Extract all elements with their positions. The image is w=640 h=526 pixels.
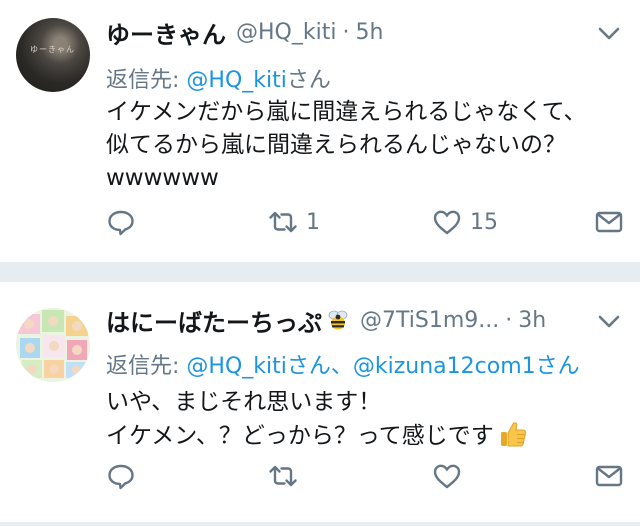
tweet-text-line-with-emoji: イケメン、？どっから？って感じです — [106, 419, 528, 453]
retweet-button[interactable]: 1 — [268, 204, 320, 240]
direct-message-icon — [595, 211, 623, 233]
like-icon — [433, 464, 461, 489]
tweet-header: ゆーきゃん @HQ_kiti · 5h — [106, 15, 383, 50]
display-name[interactable]: ゆーきゃん — [106, 15, 226, 50]
honorific-joiner: さん、 — [286, 354, 353, 379]
timestamp[interactable]: 5h — [355, 20, 383, 45]
tweet-text: いや、まじそれ思います！ イケメン、？どっから？って感じです — [106, 386, 528, 453]
tweet-text-line: イケメンだから嵐に間違えられるじゃなくて、 — [106, 99, 587, 125]
chevron-down-icon[interactable] — [596, 20, 622, 46]
retweet-count: 1 — [306, 209, 320, 235]
reply-context: 返信先: @HQ_kitiさん、@kizuna12com1さん — [106, 348, 580, 380]
user-handle[interactable]: @7TiS1m9... — [360, 308, 499, 333]
tweet-text-line: 似てるから嵐に間違えられるんじゃないの？ — [106, 132, 566, 158]
tweet-text-line: イケメン、？どっから？って感じです — [106, 423, 494, 449]
mention-link[interactable]: @kizuna12com1 — [353, 354, 536, 379]
tweet-header: はにーばたーちっぷ @7TiS1m9... · 3h — [106, 303, 546, 338]
separator-dot: · — [505, 307, 513, 333]
bee-emoji — [328, 310, 348, 330]
chevron-down-icon[interactable] — [596, 308, 622, 334]
tweet-actions: 1 15 — [106, 204, 626, 240]
tweet-text-line: いや、まじそれ思います！ — [106, 389, 382, 415]
avatar[interactable]: ゆーきゃん — [16, 18, 90, 92]
tweet-actions — [106, 458, 626, 494]
honorific: さん — [286, 68, 331, 93]
user-handle[interactable]: @HQ_kiti — [236, 20, 336, 45]
like-icon — [433, 210, 461, 235]
timestamp[interactable]: 3h — [518, 308, 546, 333]
like-count: 15 — [470, 209, 498, 235]
reply-context: 返信先: @HQ_kitiさん — [106, 62, 331, 94]
tweet-text-line: wwwwww — [106, 165, 219, 191]
reply-icon — [108, 210, 134, 236]
tweet[interactable]: ゆーきゃん ゆーきゃん @HQ_kiti · 5h 返信先: @HQ_kitiさ… — [0, 0, 640, 262]
tweet-text: イケメンだから嵐に間違えられるじゃなくて、 似てるから嵐に間違えられるんじゃない… — [106, 96, 586, 195]
avatar[interactable] — [16, 308, 90, 382]
mention-link[interactable]: @HQ_kiti — [186, 68, 286, 93]
display-name[interactable]: はにーばたーちっぷ — [106, 303, 322, 338]
direct-message-icon — [595, 465, 623, 487]
reply-button[interactable] — [106, 458, 144, 494]
tweet-divider — [0, 262, 640, 282]
avatar-caption: ゆーきゃん — [30, 45, 75, 54]
thumbs-up-emoji — [500, 422, 526, 447]
bottom-divider — [0, 522, 640, 526]
mention-link[interactable]: @HQ_kiti — [186, 354, 286, 379]
reply-label: 返信先: — [106, 68, 187, 93]
tweet[interactable]: はにーばたーちっぷ @7TiS1m9... · 3h 返信先: @HQ_kiti… — [0, 282, 640, 526]
direct-message-button[interactable] — [594, 458, 624, 494]
honorific: さん — [535, 354, 580, 379]
separator-dot: · — [342, 19, 350, 45]
retweet-icon — [269, 211, 297, 233]
direct-message-button[interactable] — [594, 204, 624, 240]
like-button[interactable] — [432, 458, 470, 494]
reply-button[interactable] — [106, 204, 144, 240]
like-button[interactable]: 15 — [432, 204, 498, 240]
retweet-button[interactable] — [268, 458, 306, 494]
reply-label: 返信先: — [106, 354, 187, 379]
avatar-collage-graphic — [16, 308, 90, 382]
reply-icon — [108, 464, 134, 490]
retweet-icon — [269, 465, 297, 487]
